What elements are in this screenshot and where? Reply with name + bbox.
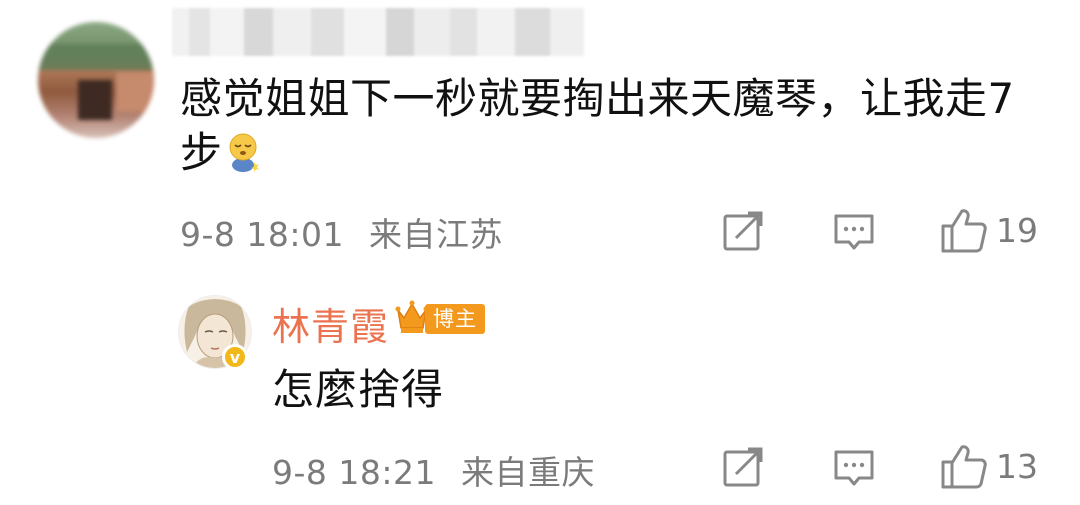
reply-timestamp: 9-8 18:21 [272,453,436,492]
comment-meta: 9-8 18:01 来自江苏 [180,208,503,256]
comment-button[interactable] [833,210,875,252]
like-icon [941,209,987,253]
share-icon [723,211,763,251]
comment-line-1: 感觉姐姐下一秒就要掏出来天魔琴，让我走7 [180,74,1015,123]
comment-line-2: 步 [180,126,1060,180]
comment-location: 来自江苏 [369,215,503,254]
host-badge: 博主 [425,304,485,334]
share-button[interactable] [722,210,764,252]
reply-body: 怎麼捨得 [272,365,445,414]
username-blurred[interactable] [172,8,584,56]
comment-icon [834,214,874,250]
comment-icon [834,450,874,486]
share-icon [723,447,763,487]
comment-thread: 感觉姐姐下一秒就要掏出来天魔琴，让我走7 步 9-8 18:01 来自江苏 19… [0,0,1080,505]
reply-like-count: 13 [996,446,1038,486]
crown-icon [395,300,429,333]
reply-share-button[interactable] [722,446,764,488]
avatar-blurred[interactable] [38,22,154,138]
reply-location: 来自重庆 [461,453,595,492]
author-name[interactable]: 林青霞 [272,296,389,351]
reply-meta: 9-8 18:21 来自重庆 [272,446,595,494]
like-button[interactable]: 19 [940,206,1038,254]
comment-body: 感觉姐姐下一秒就要掏出来天魔琴，让我走7 步 [180,72,1060,180]
sleepy-face-emoji-icon [229,133,259,172]
comment-line-2-text: 步 [180,128,223,177]
reply-like-button[interactable]: 13 [940,442,1038,490]
reply-comment-button[interactable] [833,446,875,488]
comment-timestamp: 9-8 18:01 [180,215,344,254]
like-count: 19 [996,210,1038,250]
verified-icon: v [222,344,248,370]
like-icon [941,445,987,489]
